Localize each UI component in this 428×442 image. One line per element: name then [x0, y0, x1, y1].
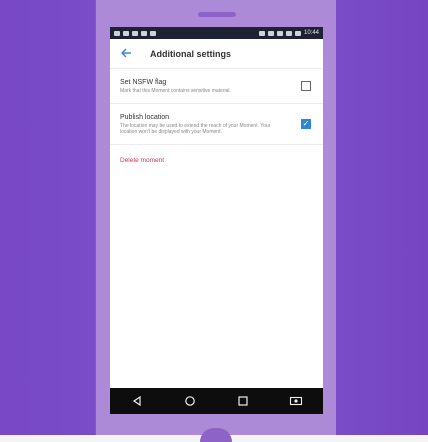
setting-description: The location may be used to extend the r…	[120, 122, 271, 136]
wifi-icon	[276, 30, 283, 36]
phone-frame: 10:44 Additional settings Set NSFW flag …	[96, 0, 336, 442]
notification-icon	[132, 30, 138, 36]
notification-icon	[123, 30, 129, 36]
nav-recents-icon[interactable]	[235, 393, 251, 409]
signal-icon	[285, 30, 292, 36]
status-time: 10:44	[303, 30, 319, 36]
app-bar: Additional settings	[110, 39, 323, 69]
phone-home-button	[200, 428, 232, 442]
notification-icon	[141, 30, 147, 36]
battery-icon	[294, 30, 301, 36]
nav-extra-icon[interactable]	[288, 393, 304, 409]
phone-screen: 10:44 Additional settings Set NSFW flag …	[110, 27, 323, 414]
location-checkbox[interactable]: ✓	[301, 118, 311, 129]
nfc-icon	[258, 30, 265, 36]
setting-description: Mark that this Moment contains sensitive…	[120, 88, 231, 94]
setting-nsfw-row[interactable]: Set NSFW flag Mark that this Moment cont…	[110, 69, 323, 104]
nav-back-icon[interactable]	[129, 393, 145, 409]
nsfw-checkbox[interactable]	[301, 80, 311, 91]
phone-speaker	[198, 12, 236, 17]
notification-icon	[150, 30, 156, 36]
setting-title: Set NSFW flag	[120, 79, 167, 86]
page-title: Additional settings	[150, 48, 231, 59]
setting-location-row[interactable]: Publish location The location may be use…	[110, 104, 323, 145]
sync-icon	[267, 30, 274, 36]
back-arrow-icon[interactable]	[120, 47, 140, 61]
nav-bar	[110, 388, 323, 414]
setting-title: Publish location	[120, 113, 170, 121]
delete-moment-button[interactable]: Delete moment	[110, 145, 323, 176]
status-bar: 10:44	[110, 27, 323, 39]
nav-home-icon[interactable]	[182, 393, 198, 409]
notification-icon	[114, 30, 120, 36]
